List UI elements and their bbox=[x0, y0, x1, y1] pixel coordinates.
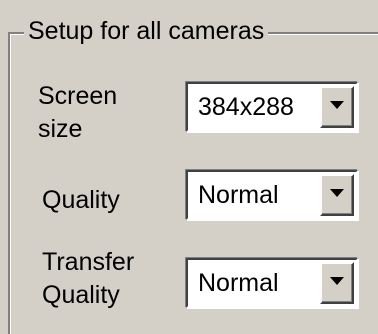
transfer-quality-label: Transfer Quality bbox=[42, 246, 134, 312]
quality-value: Normal bbox=[198, 181, 279, 209]
screen-size-label-line2: size bbox=[38, 115, 83, 143]
screen-size-dropdown-button[interactable] bbox=[320, 86, 354, 128]
screen-size-label: Screen size bbox=[38, 80, 117, 146]
screen-size-label-line1: Screen bbox=[38, 82, 118, 110]
group-legend: Setup for all cameras bbox=[24, 14, 269, 48]
screen-size-value: 384x288 bbox=[198, 93, 294, 121]
transfer-quality-label-line2: Quality bbox=[42, 281, 120, 309]
transfer-quality-select[interactable]: Normal bbox=[186, 258, 358, 308]
chevron-down-icon bbox=[330, 101, 344, 109]
transfer-quality-label-line1: Transfer bbox=[42, 248, 135, 276]
screen-size-select[interactable]: 384x288 bbox=[186, 82, 358, 132]
quality-label: Quality bbox=[42, 186, 120, 214]
quality-dropdown-button[interactable] bbox=[320, 174, 354, 216]
transfer-quality-dropdown-button[interactable] bbox=[320, 262, 354, 304]
chevron-down-icon bbox=[330, 277, 344, 285]
chevron-down-icon bbox=[330, 189, 344, 197]
quality-select[interactable]: Normal bbox=[186, 170, 358, 220]
transfer-quality-value: Normal bbox=[198, 269, 279, 297]
